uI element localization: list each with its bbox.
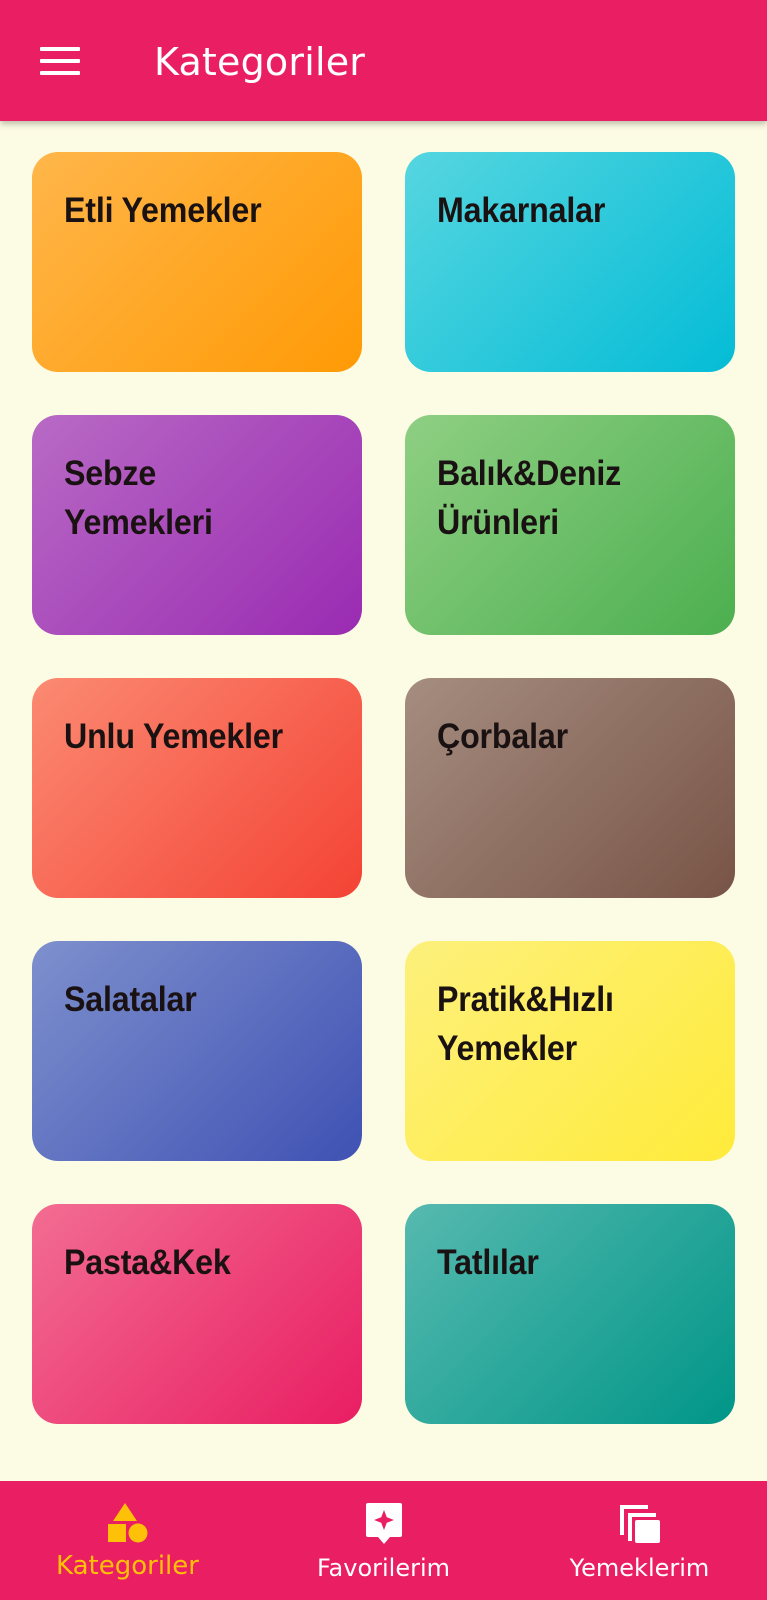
nav-item-kategoriler[interactable]: Kategoriler (0, 1481, 255, 1600)
nav-item-favorilerim[interactable]: Favorilerim (256, 1481, 511, 1600)
nav-item-yemeklerim[interactable]: Yemeklerim (512, 1481, 767, 1600)
category-label: Çorbalar (437, 717, 568, 756)
category-label: Etli Yemekler (64, 191, 262, 230)
category-card-balik-deniz-urunleri[interactable]: Balık&Deniz Ürünleri (405, 415, 735, 635)
category-card-unlu-yemekler[interactable]: Unlu Yemekler (32, 678, 362, 898)
category-card-makarnalar[interactable]: Makarnalar (405, 152, 735, 372)
category-card-salatalar[interactable]: Salatalar (32, 941, 362, 1161)
shapes-icon (107, 1503, 147, 1543)
app-bar: Kategoriler (0, 0, 767, 121)
nav-label: Favorilerim (316, 1554, 451, 1582)
nav-label: Yemeklerim (569, 1554, 710, 1582)
menu-button[interactable] (30, 36, 90, 86)
category-card-sebze-yemekleri[interactable]: Sebze Yemekleri (32, 415, 362, 635)
favorites-star-icon (365, 1503, 402, 1544)
library-stack-icon (619, 1505, 660, 1543)
page-title: Kategoriler (154, 40, 366, 84)
category-card-pratik-hizli-yemekler[interactable]: Pratik&Hızlı Yemekler (405, 941, 735, 1161)
category-label: Makarnalar (437, 191, 606, 230)
category-card-pasta-kek[interactable]: Pasta&Kek (32, 1204, 362, 1424)
category-label: Unlu Yemekler (64, 717, 283, 756)
category-label: Pratik&Hızlı Yemekler (437, 980, 614, 1068)
bottom-navigation: Kategoriler Favorilerim Yemeklerim (0, 1481, 767, 1600)
category-label: Salatalar (64, 980, 197, 1019)
category-label: Sebze Yemekleri (64, 454, 213, 542)
hamburger-menu-icon (40, 47, 80, 75)
category-label: Tatlılar (437, 1243, 539, 1282)
category-card-corbalar[interactable]: Çorbalar (405, 678, 735, 898)
category-card-etli-yemekler[interactable]: Etli Yemekler (32, 152, 362, 372)
category-label: Pasta&Kek (64, 1243, 231, 1282)
nav-label: Kategoriler (56, 1551, 199, 1581)
category-card-tatlilar[interactable]: Tatlılar (405, 1204, 735, 1424)
category-label: Balık&Deniz Ürünleri (437, 454, 622, 542)
